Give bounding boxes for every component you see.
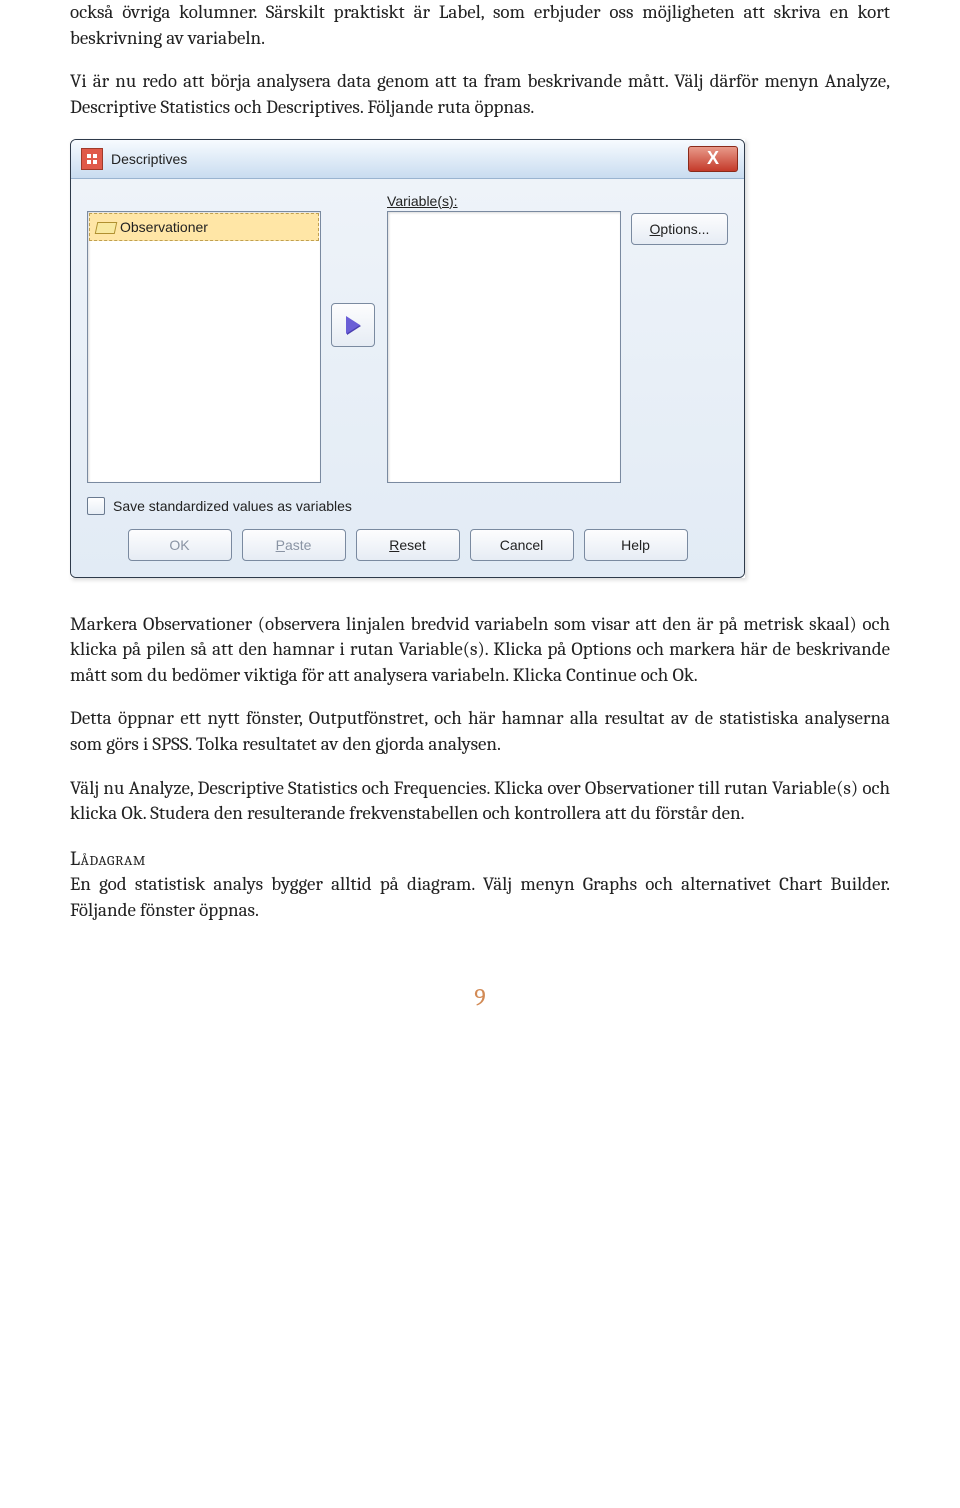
paragraph: En god statistisk analys bygger alltid p…	[70, 872, 890, 923]
checkbox-label: Save standardized values as variables	[113, 498, 352, 514]
close-button[interactable]: X	[688, 146, 738, 172]
cancel-button[interactable]: Cancel	[470, 529, 574, 561]
paragraph: Detta öppnar ett nytt fönster, Outputfön…	[70, 706, 890, 757]
target-variable-list[interactable]	[387, 211, 621, 483]
options-button[interactable]: Options...	[631, 213, 728, 245]
arrow-right-icon	[346, 316, 360, 334]
source-variable-list[interactable]: Observationer	[87, 211, 321, 483]
ruler-icon	[96, 220, 114, 234]
reset-button[interactable]: Reset	[356, 529, 460, 561]
help-button[interactable]: Help	[584, 529, 688, 561]
paragraph: Välj nu Analyze, Descriptive Statistics …	[70, 776, 890, 827]
app-icon	[81, 148, 103, 170]
move-right-button[interactable]	[331, 303, 375, 347]
section-heading: Lådagram	[70, 847, 890, 870]
variable-name: Observationer	[120, 219, 208, 235]
dialog-titlebar: Descriptives X	[71, 140, 744, 179]
paragraph: också övriga kolumner. Särskilt praktisk…	[70, 0, 890, 51]
close-icon: X	[707, 148, 719, 168]
paste-button[interactable]: Paste	[242, 529, 346, 561]
ok-button[interactable]: OK	[128, 529, 232, 561]
dialog-title: Descriptives	[111, 151, 688, 167]
page-number: 9	[70, 983, 890, 1011]
paragraph: Vi är nu redo att börja analysera data g…	[70, 69, 890, 120]
variables-label: Variable(s):	[387, 193, 619, 209]
list-item[interactable]: Observationer	[89, 213, 319, 241]
save-standardized-checkbox[interactable]	[87, 497, 105, 515]
descriptives-dialog-screenshot: Descriptives X Observationer	[70, 139, 745, 578]
paragraph: Markera Observationer (observera linjale…	[70, 612, 890, 689]
